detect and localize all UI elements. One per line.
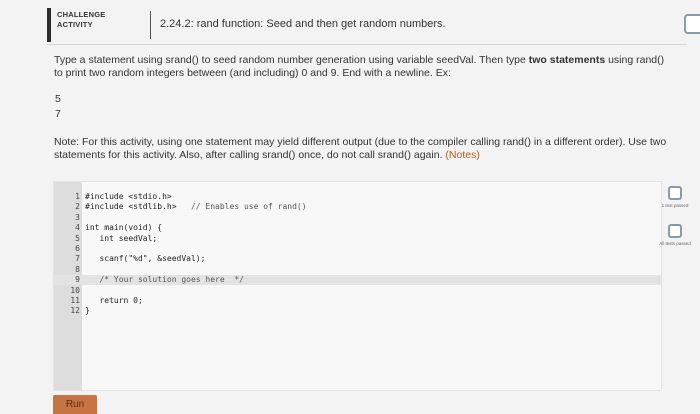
code-text: /* Your solution goes here */ [85, 275, 244, 285]
line-number: 9 [75, 275, 80, 285]
challenge-activity-tag: CHALLENGE ACTIVITY [57, 10, 115, 30]
header-rule [47, 44, 687, 45]
code-text: int main(void) { [85, 223, 163, 233]
example-line-1: 5 [55, 93, 61, 105]
code-line[interactable]: 2 #include <stdlib.h> // Enables use of r… [54, 202, 661, 212]
note-text: Note: For this activity, using one state… [54, 136, 667, 161]
line-number: 6 [75, 244, 80, 253]
code-line[interactable]: 11 return 0; [54, 296, 661, 306]
line-number: 8 [75, 264, 80, 274]
line-number: 1 [75, 192, 80, 201]
code-line[interactable]: 4 int main(void) { [54, 223, 661, 233]
code-line[interactable]: 8 [54, 265, 661, 275]
code-text: int seedVal; [85, 233, 158, 243]
example-line-2: 7 [55, 108, 61, 120]
code-line[interactable]: 7 scanf("%d", &seedVal); [54, 254, 661, 264]
test-2-label: All tests passed [659, 241, 691, 246]
code-text: return 0; [85, 296, 143, 305]
code-line[interactable]: 5 int seedVal; [54, 234, 661, 244]
code-comment: /* Your solution goes here */ [99, 275, 244, 285]
code-text: } [85, 306, 90, 316]
run-button[interactable]: Run [53, 395, 97, 414]
code-editor[interactable]: 1 #include <stdio.h> 2 #include <stdlib.h> … [53, 181, 662, 391]
code-line[interactable]: 12} [54, 306, 661, 316]
instructions: Type a statement using srand() to seed r… [54, 54, 674, 162]
code-text: #include <stdlib.h> // Enables use of ra… [85, 202, 307, 212]
code-text: #include <stdio.h> [85, 192, 172, 201]
instruction-bold: two statements [528, 54, 606, 66]
header-accent-bar [47, 8, 51, 42]
test-1-label: 1 test passed [661, 203, 689, 208]
line-number: 5 [75, 233, 80, 243]
code-line[interactable]: 10 [54, 286, 661, 296]
header-divider [150, 11, 151, 39]
completion-checkbox-icon [684, 14, 700, 34]
code-comment: // Enables use of rand() [176, 202, 307, 212]
note-paragraph: Note: For this activity, using one state… [54, 136, 674, 162]
notes-link[interactable]: (Notes) [445, 149, 479, 161]
tag-line-2: ACTIVITY [57, 20, 93, 29]
code-line[interactable]: 6 [54, 244, 661, 254]
code-line[interactable]: 9 /* Your solution goes here */ [54, 275, 661, 286]
code-line[interactable]: 3 [54, 213, 661, 223]
test-checkbox-1-icon [668, 186, 682, 200]
line-number: 12 [70, 306, 80, 316]
line-number: 7 [75, 254, 80, 264]
activity-title: 2.24.2: rand function: Seed and then get… [160, 18, 446, 30]
tag-line-1: CHALLENGE [57, 10, 106, 19]
instruction-paragraph: Type a statement using srand() to seed r… [54, 54, 674, 80]
line-number: 10 [70, 285, 80, 295]
example-output: 5 7 [55, 92, 674, 122]
instruction-text-1: Type a statement using srand() to seed r… [54, 54, 529, 66]
code-text: scanf("%d", &seedVal); [85, 254, 206, 264]
line-number: 2 [75, 202, 80, 212]
line-number: 4 [75, 223, 80, 233]
line-number: 3 [75, 212, 80, 222]
activity-header: CHALLENGE ACTIVITY 2.24.2: rand function… [47, 8, 687, 42]
line-number: 11 [70, 296, 80, 305]
code-line[interactable]: 1 #include <stdio.h> [54, 192, 661, 202]
test-checkbox-2-icon [668, 224, 682, 238]
